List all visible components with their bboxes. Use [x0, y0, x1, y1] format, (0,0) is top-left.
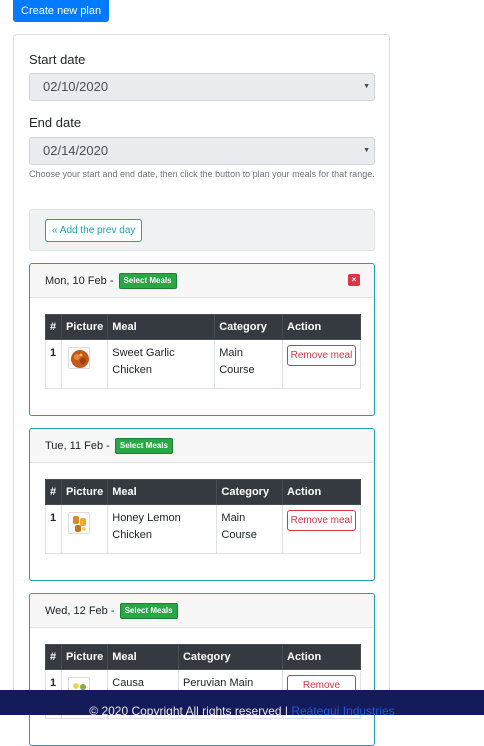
- meal-thumbnail: [67, 512, 90, 534]
- column-header: #: [45, 644, 62, 670]
- day-title: Wed, 12 Feb -: [45, 605, 115, 617]
- start-date-label: Start date: [29, 52, 86, 67]
- page-footer: © 2020 Copyright All rights reserved | R…: [0, 690, 484, 715]
- select-meals-button[interactable]: Select Meals: [119, 603, 178, 620]
- start-date-value: 02/10/2020: [43, 79, 109, 94]
- meal-category: Main Course: [216, 504, 283, 554]
- column-header: Category: [177, 644, 284, 670]
- meal-name: Sweet Garlic Chicken: [107, 339, 216, 389]
- action-cell: Remove meal: [282, 504, 361, 554]
- prev-day-panel: « Add the prev day: [29, 209, 375, 251]
- add-prev-day-button[interactable]: « Add the prev day: [45, 219, 143, 242]
- close-icon[interactable]: ×: [348, 274, 360, 286]
- day-card-header: Wed, 12 Feb - Select Meals: [30, 594, 374, 628]
- day-card: Wed, 12 Feb - Select Meals # Picture Mea…: [29, 593, 375, 746]
- picture-cell: [60, 339, 109, 389]
- meals-table: # Picture Meal Category Action 1: [45, 314, 361, 389]
- footer-company-link[interactable]: Reátegui Industries: [291, 704, 394, 715]
- day-card: Tue, 11 Feb - Select Meals # Picture Mea…: [29, 428, 375, 581]
- end-date-select[interactable]: 02/14/2020 ▼: [29, 137, 375, 165]
- select-meals-button[interactable]: Select Meals: [118, 273, 177, 290]
- footer-copyright: © 2020 Copyright All rights reserved |: [89, 704, 292, 715]
- table-header-row: # Picture Meal Category Action: [45, 644, 361, 670]
- row-number: 1: [45, 339, 62, 389]
- meals-table: # Picture Meal Category Action 1: [45, 479, 361, 554]
- column-header: Category: [214, 314, 283, 340]
- column-header: Picture: [60, 644, 109, 670]
- end-date-value: 02/14/2020: [43, 143, 109, 158]
- column-header: Meal: [107, 479, 218, 505]
- meal-category: Main Course: [214, 339, 283, 389]
- column-header: Meal: [107, 314, 216, 340]
- column-header: Meal: [107, 644, 179, 670]
- row-number: 1: [45, 504, 62, 554]
- column-header: Category: [216, 479, 283, 505]
- day-title: Mon, 10 Feb -: [45, 275, 114, 287]
- remove-meal-button[interactable]: Remove meal: [287, 345, 356, 366]
- day-title: Tue, 11 Feb -: [45, 440, 110, 452]
- column-header: Action: [282, 314, 361, 340]
- day-card-header: Mon, 10 Feb - Select Meals ×: [30, 264, 374, 298]
- column-header: Picture: [60, 314, 109, 340]
- table-header-row: # Picture Meal Category Action: [45, 314, 361, 340]
- chevron-down-icon: ▼: [363, 83, 370, 90]
- table-row: 1 Sweet Garlic Chicken Main Course Remov…: [45, 339, 361, 389]
- picture-cell: [60, 504, 109, 554]
- table-row: 1 Honey Lemon Chicken Main Course Remove…: [45, 504, 361, 554]
- column-header: #: [45, 479, 62, 505]
- create-new-plan-button[interactable]: Create new plan: [13, 0, 110, 22]
- select-meals-button[interactable]: Select Meals: [114, 438, 173, 455]
- plan-form-card: Start date 02/10/2020 ▼ End date 02/14/2…: [13, 34, 390, 746]
- column-header: #: [45, 314, 62, 340]
- date-help-text: Choose your start and end date, then cli…: [29, 169, 375, 179]
- meal-thumbnail: [67, 347, 90, 369]
- column-header: Action: [282, 479, 361, 505]
- table-header-row: # Picture Meal Category Action: [45, 479, 361, 505]
- meal-name: Honey Lemon Chicken: [107, 504, 218, 554]
- remove-meal-button[interactable]: Remove meal: [287, 510, 356, 531]
- column-header: Action: [282, 644, 361, 670]
- column-header: Picture: [60, 479, 109, 505]
- chevron-down-icon: ▼: [363, 147, 370, 154]
- day-card-header: Tue, 11 Feb - Select Meals: [30, 429, 374, 463]
- end-date-label: End date: [29, 115, 82, 130]
- day-card: Mon, 10 Feb - Select Meals × # Picture M…: [29, 263, 375, 416]
- action-cell: Remove meal: [282, 339, 361, 389]
- start-date-select[interactable]: 02/10/2020 ▼: [29, 73, 375, 101]
